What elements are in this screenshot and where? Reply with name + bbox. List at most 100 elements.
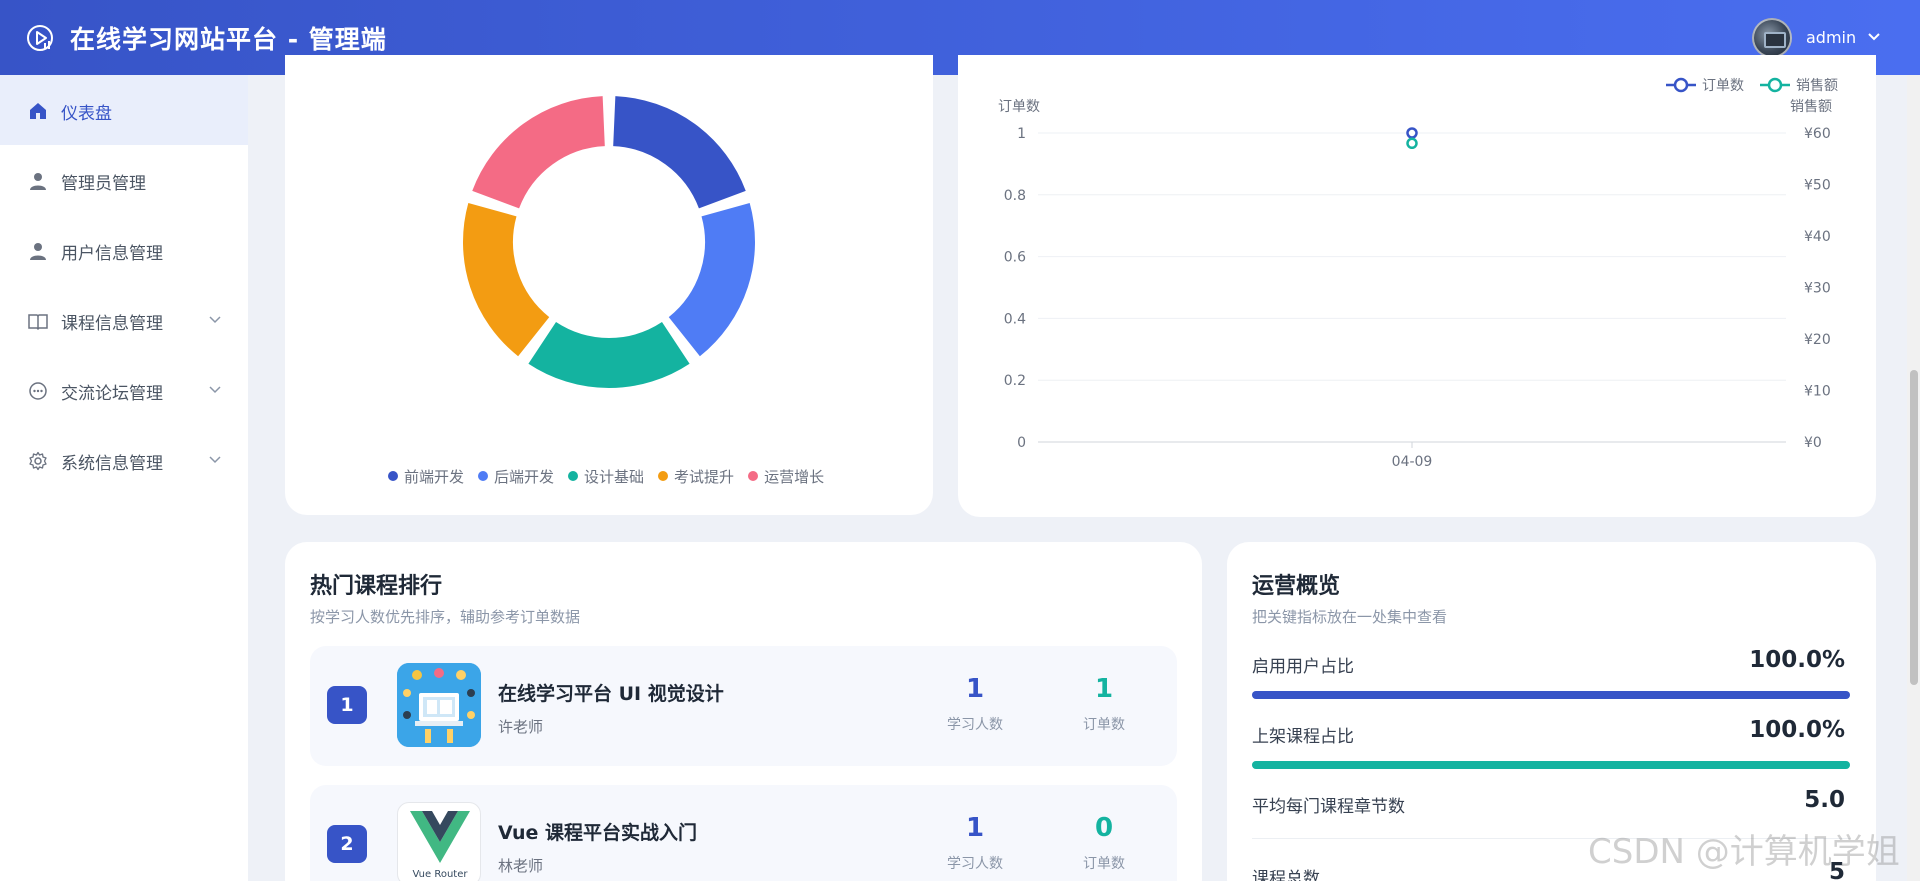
sidebar-item-label: 管理员管理	[61, 174, 146, 194]
legend-dot	[658, 471, 669, 481]
sidebar-item-label: 用户信息管理	[61, 244, 163, 264]
legend-item[interactable]: 运营增长	[748, 466, 824, 486]
avatar[interactable]	[1752, 18, 1792, 58]
chevron-down-icon	[209, 316, 221, 324]
ops-subtitle: 把关键指标放在一处集中查看	[1252, 608, 1448, 626]
user-icon	[30, 173, 46, 190]
donut-segment[interactable]	[668, 202, 755, 357]
sidebar-item-label: 系统信息管理	[61, 454, 163, 474]
legend-label[interactable]: 销售额	[1796, 78, 1838, 94]
progress-fill	[1252, 691, 1850, 699]
sidebar-item-admin-management[interactable]: 管理员管理	[0, 145, 248, 215]
course-thumbnail: Vue Router	[397, 802, 481, 881]
ranking-title: 热门课程排行	[310, 574, 443, 599]
legend-marker	[1767, 77, 1783, 93]
y2-tick-label: ¥40	[1804, 229, 1831, 245]
sidebar-item-course-management[interactable]: 课程信息管理	[0, 285, 248, 355]
metric-value-avg-chapters: 5.0	[1804, 787, 1845, 813]
legend-item[interactable]: 后端开发	[478, 466, 554, 486]
ranking-row[interactable]: 1 在线学习平台 UI 视觉设计 许老师 1 学习人数 1 订单数	[310, 646, 1177, 766]
book-icon	[28, 314, 48, 331]
data-point[interactable]	[1406, 137, 1418, 150]
y-tick-label: 0.2	[1004, 373, 1026, 389]
learners-label: 学习人数	[947, 856, 1003, 872]
sidebar-item-label: 课程信息管理	[61, 314, 163, 334]
home-icon	[30, 103, 46, 119]
user-icon	[30, 243, 46, 260]
design-illustration-icon	[397, 663, 481, 747]
legend-dot	[388, 471, 398, 481]
legend-label: 考试提升	[674, 467, 735, 486]
progress-bar-listed-courses	[1252, 761, 1850, 769]
metric-value-listed-courses: 100.0%	[1749, 717, 1845, 743]
legend-item[interactable]: 设计基础	[568, 466, 644, 486]
learners-count: 1	[965, 813, 985, 843]
metric-label-listed-courses: 上架课程占比	[1252, 727, 1354, 747]
y2-tick-label: ¥10	[1804, 384, 1831, 400]
chevron-down-icon[interactable]	[1866, 30, 1882, 44]
progress-fill	[1252, 761, 1850, 769]
app-title: 在线学习网站平台 - 管理端	[70, 25, 387, 54]
course-thumbnail	[397, 663, 481, 747]
ranking-row[interactable]: 2 Vue Router Vue 课程平台实战入门 林老师 1 学习人数 0 订…	[310, 785, 1177, 881]
metric-label-avg-chapters: 平均每门课程章节数	[1252, 797, 1405, 817]
legend-label: 前端开发	[404, 467, 465, 486]
rank-badge: 2	[327, 825, 367, 863]
orders-count: 0	[1094, 813, 1114, 843]
y-tick-label: 0.8	[1004, 188, 1026, 204]
donut-segment[interactable]	[463, 202, 550, 357]
metric-value-active-users: 100.0%	[1749, 647, 1845, 673]
ops-title: 运营概览	[1252, 574, 1341, 599]
legend-label: 设计基础	[584, 467, 645, 486]
sidebar: 仪表盘 管理员管理 用户信息管理 课程信息管理 交流论坛管理 系统信息管理	[0, 75, 248, 881]
sidebar-item-label: 仪表盘	[61, 104, 112, 124]
data-point[interactable]	[1406, 127, 1418, 139]
course-teacher: 许老师	[498, 718, 544, 736]
y2-axis-title: 销售额	[1790, 99, 1832, 115]
csdn-watermark: CSDN @计算机学姐	[1588, 832, 1900, 872]
orders-label: 订单数	[1083, 856, 1125, 872]
y2-tick-label: ¥0	[1804, 435, 1822, 451]
legend-marker	[1673, 77, 1689, 93]
course-teacher: 林老师	[498, 857, 544, 875]
legend-dot	[478, 471, 489, 481]
donut-segment[interactable]	[612, 96, 746, 210]
legend-label[interactable]: 订单数	[1702, 78, 1744, 94]
legend-dot	[748, 471, 759, 481]
donut-legend: 前端开发 后端开发 设计基础 考试提升 运营增长	[388, 466, 824, 486]
orders-count: 1	[1094, 674, 1114, 704]
x-tick-label: 04-09	[1392, 454, 1433, 470]
orders-label: 订单数	[1083, 717, 1125, 733]
y2-tick-label: ¥20	[1804, 332, 1831, 348]
course-name: 在线学习平台 UI 视觉设计	[498, 683, 724, 705]
y2-tick-label: ¥50	[1804, 178, 1831, 194]
legend-label: 运营增长	[764, 467, 825, 486]
donut-segment[interactable]	[528, 321, 690, 388]
rank-badge: 1	[327, 686, 367, 724]
progress-bar-active-users	[1252, 691, 1850, 699]
chevron-down-icon	[209, 386, 221, 394]
y-tick-label: 0	[1017, 435, 1026, 451]
ranking-subtitle: 按学习人数优先排序，辅助参考订单数据	[310, 608, 581, 626]
metric-label-active-users: 启用用户占比	[1252, 657, 1354, 677]
gear-icon	[29, 451, 47, 471]
legend-item[interactable]: 前端开发	[388, 466, 464, 486]
legend-item[interactable]: 考试提升	[658, 466, 734, 486]
page-scrollbar-thumb[interactable]	[1910, 370, 1918, 685]
username-label[interactable]: admin	[1806, 28, 1856, 47]
legend-label: 后端开发	[494, 467, 555, 486]
sidebar-item-dashboard[interactable]: 仪表盘	[0, 75, 248, 145]
y-tick-label: 0.6	[1004, 250, 1026, 266]
thumbnail-caption: Vue Router	[412, 869, 468, 880]
sidebar-item-user-management[interactable]: 用户信息管理	[0, 215, 248, 285]
sidebar-item-forum-management[interactable]: 交流论坛管理	[0, 355, 248, 425]
sidebar-item-label: 交流论坛管理	[61, 384, 163, 404]
metric-label-course-total: 课程总数	[1252, 869, 1320, 881]
sidebar-item-system-management[interactable]: 系统信息管理	[0, 425, 248, 495]
y2-tick-label: ¥30	[1804, 281, 1831, 297]
learners-count: 1	[965, 674, 985, 704]
donut-segment[interactable]	[472, 96, 606, 210]
y-tick-label: 0.4	[1004, 311, 1026, 327]
y-axis-title: 订单数	[998, 99, 1040, 115]
course-name: Vue 课程平台实战入门	[498, 822, 698, 844]
